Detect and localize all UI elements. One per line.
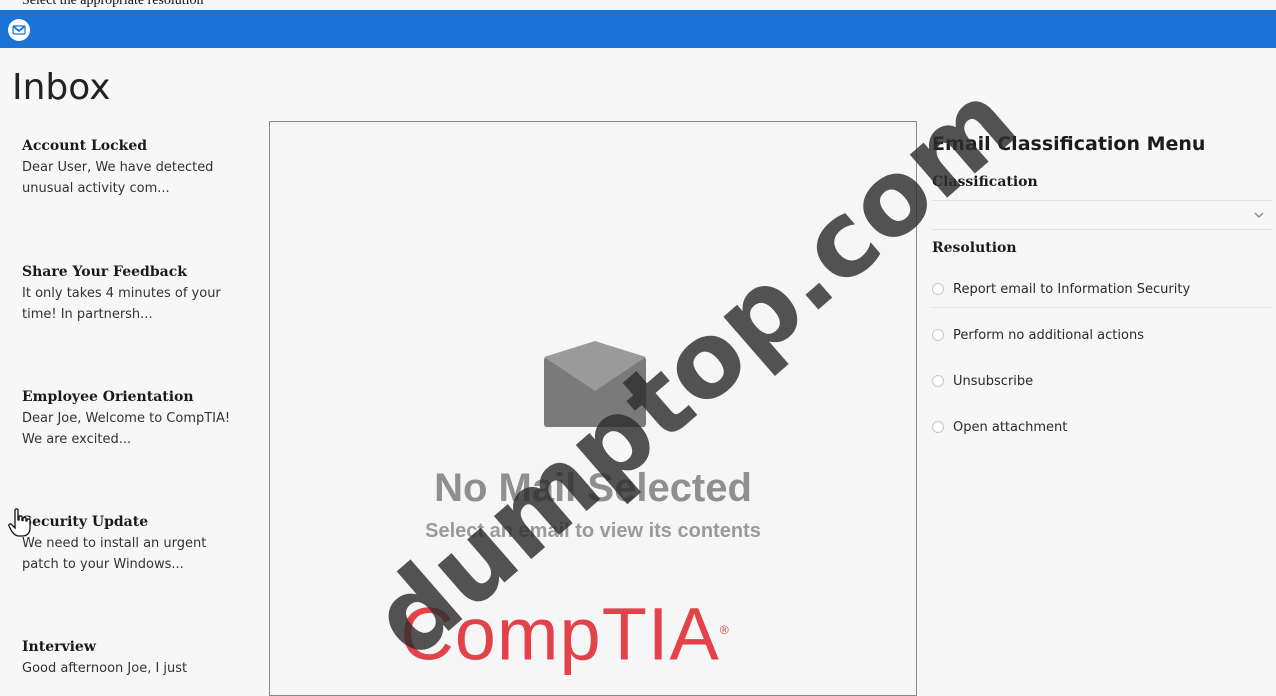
mail-item-employee-orientation[interactable]: Employee Orientation Dear Joe, Welcome t…	[22, 387, 262, 451]
inbox-title: Inbox	[12, 67, 111, 108]
resolution-option-label: Perform no additional actions	[953, 327, 1144, 343]
instruction-text: Select the appropriate resolution	[22, 0, 204, 8]
mail-subject: Security Update	[22, 514, 149, 530]
logo-text: CompTIA	[400, 592, 720, 676]
resolution-option-report[interactable]: Report email to Information Security	[932, 274, 1272, 304]
radio-button[interactable]	[932, 283, 944, 295]
panel-title: Email Classification Menu	[932, 133, 1206, 155]
mail-item-account-locked[interactable]: Account Locked Dear User, We have detect…	[22, 136, 262, 200]
empty-mail-icon	[540, 339, 650, 431]
mail-envelope-icon[interactable]	[8, 19, 30, 41]
mail-preview-line: unusual activity com...	[22, 181, 170, 196]
classification-panel: Email Classification Menu Classification…	[932, 130, 1276, 435]
mail-subject: Account Locked	[22, 138, 148, 154]
mail-preview-line: Good afternoon Joe, I just	[22, 661, 188, 676]
comptia-logo: CompTIA®	[330, 590, 800, 675]
mail-item-share-feedback[interactable]: Share Your Feedback It only takes 4 minu…	[22, 262, 262, 326]
mail-preview-line: time! In partnersh...	[22, 307, 153, 322]
mail-subject: Employee Orientation	[22, 389, 194, 405]
mail-preview-line: It only takes 4 minutes of your	[22, 286, 221, 301]
radio-button[interactable]	[932, 329, 944, 341]
mail-item-interview[interactable]: Interview Good afternoon Joe, I just	[22, 637, 262, 680]
resolution-option-label: Unsubscribe	[953, 373, 1034, 389]
no-mail-subtitle: Select an email to view its contents	[425, 520, 761, 542]
resolution-option-open-attachment[interactable]: Open attachment	[932, 412, 1272, 442]
radio-button[interactable]	[932, 421, 944, 433]
mail-subject: Share Your Feedback	[22, 264, 187, 280]
divider	[932, 307, 1272, 308]
mail-preview-line: Dear User, We have detected	[22, 160, 214, 175]
mail-preview-line: We need to install an urgent	[22, 536, 207, 551]
hand-cursor-icon	[8, 508, 32, 538]
resolution-option-label: Open attachment	[953, 419, 1068, 435]
mail-viewer: No Mail Selected Select an email to view…	[269, 121, 917, 696]
mail-preview-line: patch to your Windows...	[22, 557, 184, 572]
radio-button[interactable]	[932, 375, 944, 387]
mail-preview-line: Dear Joe, Welcome to CompTIA!	[22, 411, 231, 426]
app-header	[0, 10, 1276, 48]
mail-subject: Interview	[22, 639, 96, 655]
mail-preview-line: We are excited...	[22, 432, 132, 447]
mail-item-security-update[interactable]: Security Update We need to install an ur…	[22, 512, 262, 576]
resolution-option-label: Report email to Information Security	[953, 281, 1191, 297]
resolution-label: Resolution	[932, 240, 1017, 256]
classification-label: Classification	[932, 174, 1038, 190]
resolution-option-unsubscribe[interactable]: Unsubscribe	[932, 366, 1272, 396]
resolution-option-no-action[interactable]: Perform no additional actions	[932, 320, 1272, 350]
no-mail-title: No Mail Selected	[434, 466, 752, 510]
classification-select[interactable]	[932, 200, 1272, 230]
chevron-down-icon	[1252, 207, 1266, 221]
logo-registered-mark: ®	[719, 623, 730, 637]
